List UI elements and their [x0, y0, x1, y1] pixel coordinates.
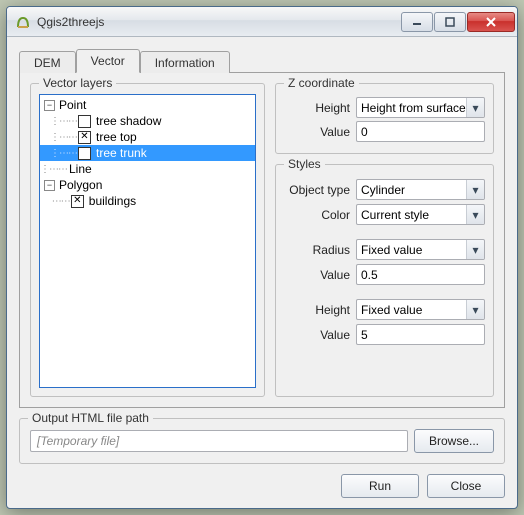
output-path-group: Output HTML file path [Temporary file] B… [19, 418, 505, 464]
layer-checkbox[interactable] [78, 115, 91, 128]
styles-group: Styles Object type Cylinder ▾ Color Curr… [275, 164, 494, 397]
height-mode-label: Height [284, 303, 356, 317]
layer-label: tree top [94, 130, 139, 144]
z-height-label: Height [284, 101, 356, 115]
z-value-label: Value [284, 125, 356, 139]
tab-panel-vector: Vector layers − Point ⋮⋯⋯ tree shadow [19, 72, 505, 408]
tree-node-line[interactable]: ⋮⋯⋯ Line [40, 161, 255, 177]
minimize-button[interactable] [401, 12, 433, 32]
output-path-input[interactable]: [Temporary file] [30, 430, 408, 452]
object-type-combo[interactable]: Cylinder ▾ [356, 179, 485, 200]
chevron-down-icon: ▾ [466, 300, 484, 319]
collapse-icon[interactable]: − [44, 180, 55, 191]
tab-bar: DEM Vector Information [19, 49, 505, 73]
left-column: Vector layers − Point ⋮⋯⋯ tree shadow [30, 83, 265, 397]
height-value-label: Value [284, 328, 356, 342]
layer-label: buildings [87, 194, 138, 208]
object-type-label: Object type [284, 183, 356, 197]
dialog-content: DEM Vector Information Vector layers − P… [7, 37, 517, 508]
tab-vector[interactable]: Vector [76, 49, 140, 73]
tree-item[interactable]: ⋮⋯⋯ tree shadow [40, 113, 255, 129]
input-value: 0 [361, 125, 368, 139]
input-value: 0.5 [361, 268, 378, 282]
window-buttons [400, 12, 515, 32]
output-legend: Output HTML file path [28, 411, 153, 425]
z-coordinate-group: Z coordinate Height Height from surface … [275, 83, 494, 154]
radius-value-input[interactable]: 0.5 [356, 264, 485, 285]
tree-item[interactable]: ⋮⋯⋯ ✕ tree trunk [40, 145, 255, 161]
chevron-down-icon: ▾ [466, 98, 484, 117]
layer-checkbox[interactable]: ✕ [78, 131, 91, 144]
color-combo[interactable]: Current style ▾ [356, 204, 485, 225]
chevron-down-icon: ▾ [466, 240, 484, 259]
combo-value: Fixed value [361, 303, 422, 317]
tree-node-point[interactable]: − Point [40, 97, 255, 113]
maximize-button[interactable] [434, 12, 466, 32]
vector-layers-legend: Vector layers [39, 76, 116, 90]
vector-layers-group: Vector layers − Point ⋮⋯⋯ tree shadow [30, 83, 265, 397]
dialog-buttons: Run Close [19, 474, 505, 498]
z-legend: Z coordinate [284, 76, 359, 90]
radius-value-label: Value [284, 268, 356, 282]
z-value-input[interactable]: 0 [356, 121, 485, 142]
right-column: Z coordinate Height Height from surface … [275, 83, 494, 397]
input-value: 5 [361, 328, 368, 342]
combo-value: Cylinder [361, 183, 405, 197]
bottom-area: Output HTML file path [Temporary file] B… [19, 418, 505, 498]
tree-branch-icon: ⋮⋯⋯ [50, 116, 77, 127]
combo-value: Current style [361, 208, 429, 222]
layer-checkbox[interactable]: ✕ [71, 195, 84, 208]
tree-branch-icon: ⋮⋯⋯ [40, 164, 67, 175]
tab-dem[interactable]: DEM [19, 51, 76, 73]
z-height-combo[interactable]: Height from surface ▾ [356, 97, 485, 118]
close-window-button[interactable] [467, 12, 515, 32]
combo-value: Fixed value [361, 243, 422, 257]
layer-label: tree shadow [94, 114, 163, 128]
titlebar[interactable]: Qgis2threejs [7, 7, 517, 37]
app-icon [15, 14, 31, 30]
combo-value: Height from surface [361, 101, 466, 115]
color-label: Color [284, 208, 356, 222]
tree-branch-icon: ⋮⋯⋯ [50, 132, 77, 143]
height-mode-combo[interactable]: Fixed value ▾ [356, 299, 485, 320]
height-value-input[interactable]: 5 [356, 324, 485, 345]
browse-button[interactable]: Browse... [414, 429, 494, 453]
styles-legend: Styles [284, 157, 325, 171]
tree-branch-icon: ⋮⋯⋯ [50, 148, 77, 159]
placeholder-text: [Temporary file] [37, 434, 119, 448]
window-title: Qgis2threejs [37, 15, 400, 29]
tree-node-label: Point [57, 98, 88, 112]
tree-item[interactable]: ⋮⋯⋯ ✕ tree top [40, 129, 255, 145]
tree-node-label: Line [67, 162, 94, 176]
dialog-window: Qgis2threejs DEM Vector Information Vect… [6, 6, 518, 509]
layer-tree[interactable]: − Point ⋮⋯⋯ tree shadow ⋮⋯⋯ ✕ tree top [39, 94, 256, 388]
radius-mode-combo[interactable]: Fixed value ▾ [356, 239, 485, 260]
tree-branch-icon: ⋯⋯ [50, 196, 70, 207]
run-button[interactable]: Run [341, 474, 419, 498]
layer-label: tree trunk [94, 146, 149, 160]
tab-information[interactable]: Information [140, 51, 230, 73]
chevron-down-icon: ▾ [466, 180, 484, 199]
tree-node-label: Polygon [57, 178, 104, 192]
close-button[interactable]: Close [427, 474, 505, 498]
tree-item[interactable]: ⋯⋯ ✕ buildings [40, 193, 255, 209]
collapse-icon[interactable]: − [44, 100, 55, 111]
chevron-down-icon: ▾ [466, 205, 484, 224]
tree-node-polygon[interactable]: − Polygon [40, 177, 255, 193]
radius-mode-label: Radius [284, 243, 356, 257]
layer-checkbox[interactable]: ✕ [78, 147, 91, 160]
